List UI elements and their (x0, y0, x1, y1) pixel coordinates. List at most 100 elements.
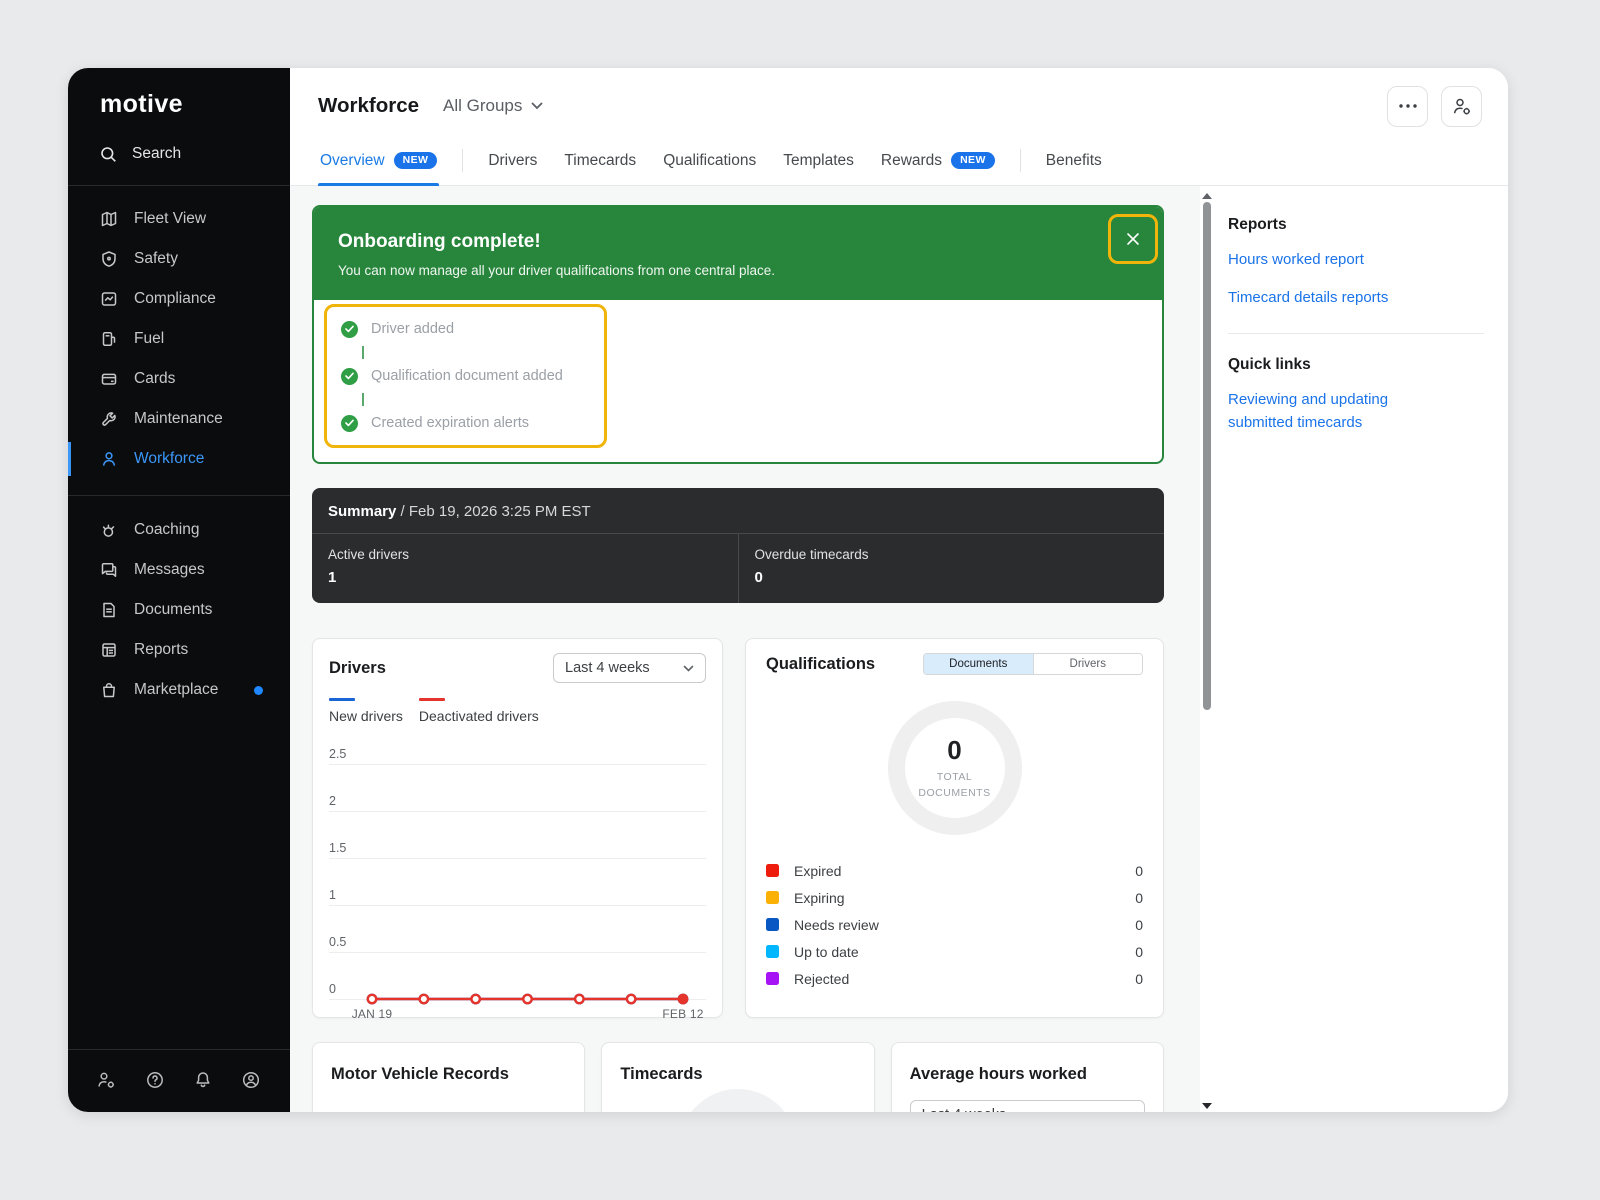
tab-separator (462, 149, 463, 172)
tab-label: Templates (783, 152, 854, 170)
sidebar-item-fuel[interactable]: Fuel (68, 319, 290, 359)
hours-worked-report-link[interactable]: Hours worked report (1228, 249, 1484, 272)
sidebar-item-documents[interactable]: Documents (68, 590, 290, 630)
drivers-chart-legend: New drivers Deactivated drivers (329, 698, 706, 724)
search-icon (100, 146, 117, 163)
timecards-donut-chart (679, 1089, 797, 1112)
tab-label: Benefits (1046, 152, 1102, 170)
sidebar-item-fleet-view[interactable]: Fleet View (68, 199, 290, 239)
more-options-button[interactable] (1387, 86, 1428, 127)
compliance-icon (100, 290, 118, 308)
sidebar-item-maintenance[interactable]: Maintenance (68, 399, 290, 439)
tab-qualifications[interactable]: Qualifications (661, 136, 758, 185)
sidebar-item-marketplace[interactable]: Marketplace (68, 670, 290, 710)
panel-divider (1228, 333, 1484, 334)
bell-icon[interactable] (193, 1070, 213, 1090)
vertical-scrollbar[interactable] (1200, 186, 1214, 1112)
new-badge: NEW (951, 152, 995, 169)
driver-admin-button[interactable] (1441, 86, 1482, 127)
summary-bar: Summary / Feb 19, 2026 3:25 PM EST Activ… (312, 488, 1164, 603)
user-settings-icon[interactable] (96, 1070, 117, 1090)
shopping-bag-icon (100, 681, 118, 699)
tab-label: Overview (320, 152, 385, 170)
drivers-card-title: Drivers (329, 659, 386, 678)
donut-total-value: 0 (947, 735, 961, 766)
legend-swatch (766, 891, 779, 904)
legend-value: 0 (1135, 917, 1143, 933)
tab-rewards[interactable]: Rewards NEW (879, 136, 997, 185)
close-icon (1126, 232, 1140, 246)
banner-close-button[interactable] (1108, 214, 1158, 264)
metric-value: 1 (328, 569, 722, 586)
group-selector-label: All Groups (443, 96, 522, 116)
metric-label: Active drivers (328, 547, 722, 562)
new-badge: NEW (394, 152, 438, 169)
onboarding-steps-highlight: Driver added Qualification document adde… (324, 304, 607, 448)
account-icon[interactable] (241, 1070, 261, 1090)
data-point-marker (368, 995, 376, 1003)
sidebar-item-workforce[interactable]: Workforce (68, 439, 290, 479)
reviewing-timecards-link[interactable]: Reviewing and updating submitted timecar… (1228, 389, 1414, 434)
select-value: Last 4 weeks (922, 1107, 1007, 1112)
group-selector[interactable]: All Groups (443, 96, 543, 116)
main-area: Workforce All Groups Overview NEW Driver… (290, 68, 1508, 1112)
average-hours-range-select[interactable]: Last 4 weeks (910, 1100, 1145, 1112)
drivers-card: Drivers Last 4 weeks New drivers (312, 638, 723, 1018)
tab-label: Drivers (488, 152, 537, 170)
tab-drivers[interactable]: Drivers (486, 136, 539, 185)
sidebar-item-label: Fuel (134, 330, 164, 348)
legend-value: 0 (1135, 890, 1143, 906)
sidebar-item-messages[interactable]: Messages (68, 550, 290, 590)
app-window: motive Search Fleet View Safety Complian… (68, 68, 1508, 1112)
sidebar-item-label: Compliance (134, 290, 216, 308)
onboarding-step: Created expiration alerts (341, 413, 604, 433)
toggle-drivers[interactable]: Drivers (1033, 654, 1143, 674)
tab-label: Rewards (881, 152, 942, 170)
sidebar-search[interactable]: Search (68, 145, 290, 163)
help-icon[interactable] (145, 1070, 165, 1090)
step-connector (362, 346, 364, 359)
chat-bubbles-icon (100, 561, 118, 579)
tab-label: Timecards (564, 152, 636, 170)
tab-benefits[interactable]: Benefits (1044, 136, 1104, 185)
donut-center-label: TOTAL DOCUMENTS (918, 769, 990, 802)
tab-templates[interactable]: Templates (781, 136, 856, 185)
sidebar-item-coaching[interactable]: Coaching (68, 510, 290, 550)
step-connector (362, 393, 364, 406)
x-axis-label-start: JAN 19 (352, 1007, 393, 1021)
check-circle-icon (341, 321, 358, 338)
sidebar-item-cards[interactable]: Cards (68, 359, 290, 399)
check-circle-icon (341, 368, 358, 385)
drivers-line-chart: 2.5 2 1.5 1 0.5 0 JAN 19 FEB 12 (329, 734, 706, 1026)
legend-swatch (419, 698, 445, 701)
scrollbar-thumb[interactable] (1203, 202, 1211, 710)
summary-separator: / (401, 503, 405, 520)
average-hours-card: Average hours worked Last 4 weeks (891, 1042, 1164, 1112)
tab-timecards[interactable]: Timecards (562, 136, 638, 185)
tab-overview[interactable]: Overview NEW (318, 136, 439, 185)
sidebar-item-label: Fleet View (134, 210, 206, 228)
toggle-documents[interactable]: Documents (924, 654, 1033, 674)
drivers-range-select[interactable]: Last 4 weeks (553, 653, 706, 683)
right-panel: Reports Hours worked report Timecard det… (1214, 186, 1508, 1112)
timecards-card-title: Timecards (620, 1065, 855, 1084)
qualifications-toggle: Documents Drivers (923, 653, 1143, 675)
drivers-line-svg (329, 734, 708, 1026)
legend-swatch (766, 972, 779, 985)
sidebar-item-safety[interactable]: Safety (68, 239, 290, 279)
motor-vehicle-records-card: Motor Vehicle Records (312, 1042, 585, 1112)
marketplace-notification-dot (254, 686, 263, 695)
sidebar-item-label: Reports (134, 641, 188, 659)
timecard-details-reports-link[interactable]: Timecard details reports (1228, 287, 1484, 310)
person-icon (100, 450, 118, 468)
sidebar-item-compliance[interactable]: Compliance (68, 279, 290, 319)
timecards-card: Timecards (601, 1042, 874, 1112)
sidebar-item-reports[interactable]: Reports (68, 630, 290, 670)
map-icon (100, 210, 118, 228)
credit-card-icon (100, 370, 118, 388)
qualification-legend-row: Needs review0 (766, 911, 1143, 938)
scroll-up-arrow-icon[interactable] (1202, 193, 1212, 199)
scroll-down-arrow-icon[interactable] (1202, 1103, 1212, 1109)
search-label: Search (132, 145, 181, 163)
page-title: Workforce (318, 94, 419, 118)
